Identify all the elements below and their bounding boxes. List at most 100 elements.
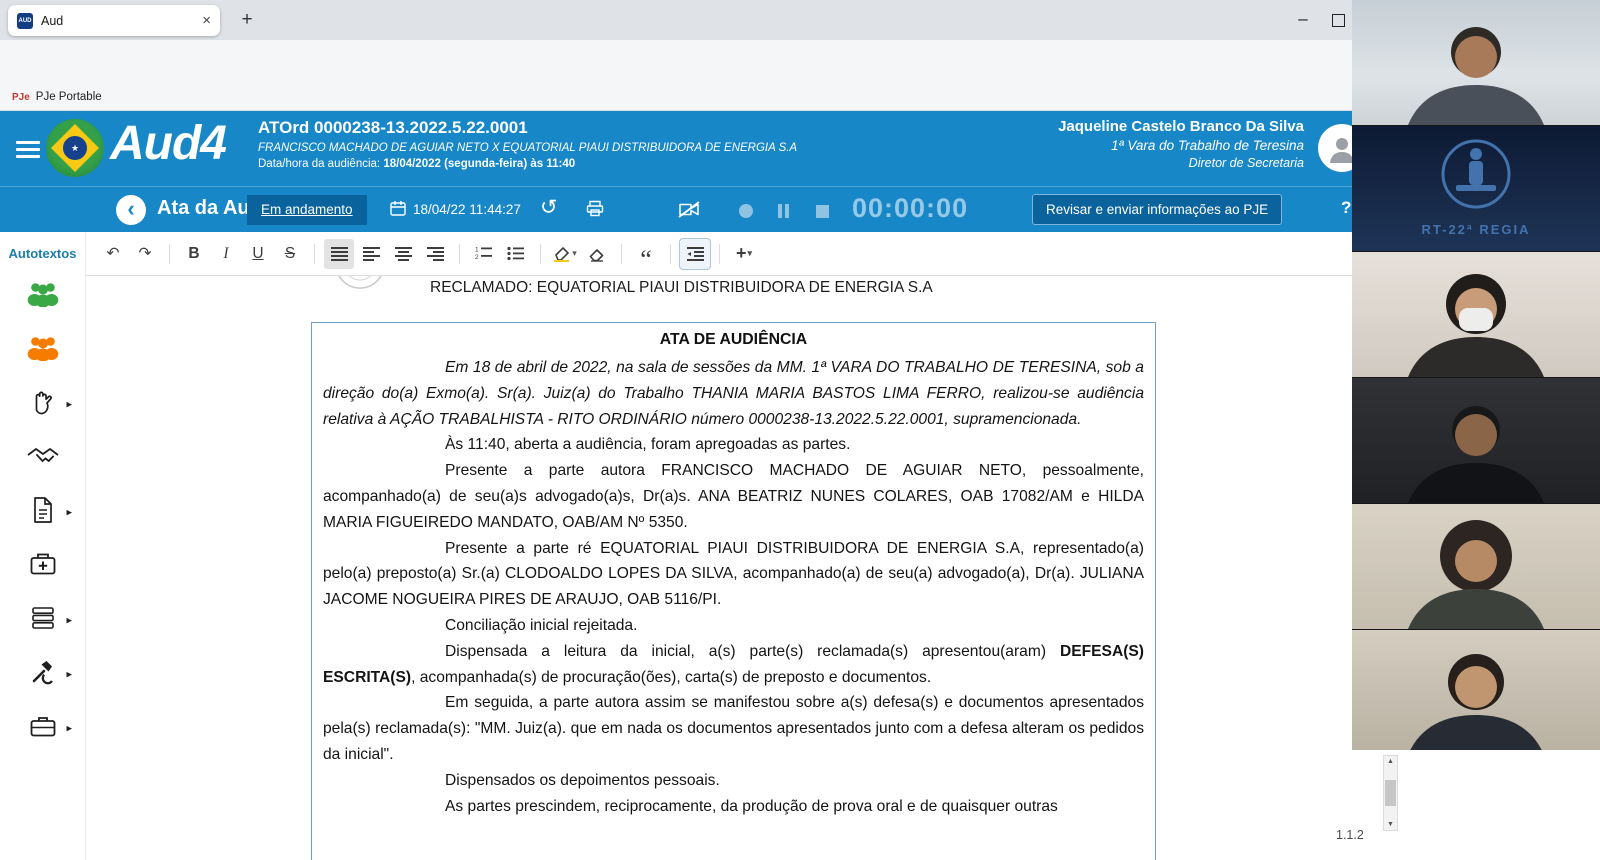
- document-paragraph[interactable]: Dispensada a leitura da inicial, a(s) pa…: [323, 639, 1144, 691]
- align-right-button[interactable]: [420, 239, 450, 269]
- indent-button[interactable]: [680, 238, 710, 269]
- scrollbar[interactable]: ▲ ▼: [1383, 755, 1398, 831]
- video-participant[interactable]: [1352, 378, 1600, 504]
- chevron-down-icon: ▾: [747, 248, 753, 258]
- redo-button[interactable]: ↷: [130, 239, 160, 269]
- back-button[interactable]: ‹: [116, 195, 146, 225]
- svg-text:1: 1: [475, 247, 479, 254]
- scroll-up-icon[interactable]: ▲: [1387, 757, 1394, 766]
- help-button[interactable]: ?: [1341, 198, 1351, 218]
- text-run[interactable]: Em seguida, a parte autora assim se mani…: [323, 694, 1144, 763]
- record-button[interactable]: [739, 204, 753, 218]
- insert-button[interactable]: + ▾: [729, 239, 759, 269]
- text-run[interactable]: Presente a parte autora FRANCISCO MACHAD…: [323, 462, 1144, 531]
- align-right-icon: [426, 246, 444, 261]
- document-icon: [31, 496, 55, 529]
- bullet-list-button[interactable]: [501, 239, 531, 269]
- stacked-layers-icon: [30, 605, 56, 636]
- review-send-pje-button[interactable]: Revisar e enviar informações ao PJE: [1032, 194, 1283, 225]
- text-run[interactable]: Dispensada a leitura da inicial, a(s) pa…: [445, 643, 1060, 660]
- text-run[interactable]: Dispensados os depoimentos pessoais.: [445, 772, 720, 789]
- strikethrough-button[interactable]: S: [275, 239, 305, 269]
- undo-button[interactable]: ↶: [98, 239, 128, 269]
- toolbar-separator: [314, 243, 315, 264]
- scroll-down-icon[interactable]: ▼: [1387, 820, 1394, 829]
- people-group-orange-icon: [27, 334, 59, 366]
- video-participant[interactable]: RT-22ª REGIA: [1352, 126, 1600, 252]
- document-paragraph[interactable]: As partes prescindem, reciprocamente, da…: [323, 794, 1144, 820]
- ordered-list-button[interactable]: 12: [469, 239, 499, 269]
- tab-close-icon[interactable]: ×: [202, 12, 211, 29]
- document-paragraph[interactable]: Presente a parte autora FRANCISCO MACHAD…: [323, 458, 1144, 535]
- blockquote-button[interactable]: “: [631, 233, 661, 275]
- court-logo-caption: RT-22ª REGIA: [1421, 222, 1531, 237]
- window-maximize-button[interactable]: [1332, 14, 1345, 27]
- document-overline[interactable]: RECLAMADO: EQUATORIAL PIAUI DISTRIBUIDOR…: [430, 279, 933, 297]
- highlighter-button[interactable]: ▾: [550, 239, 580, 269]
- sidebar-item-lawyers[interactable]: [0, 323, 85, 377]
- new-tab-button[interactable]: +: [234, 7, 260, 33]
- ata-box: ATA DE AUDIÊNCIA Em 18 de abril de 2022,…: [311, 322, 1156, 860]
- svg-text:2: 2: [475, 254, 479, 261]
- hearing-datetime-value: 18/04/2022 (segunda-feira) às 11:40: [383, 158, 576, 170]
- raised-hand-icon: [30, 388, 56, 421]
- text-run[interactable]: , acompanhada(s) de procuração(ões), car…: [411, 669, 931, 686]
- text-run[interactable]: As partes prescindem, reciprocamente, da…: [445, 798, 1058, 815]
- sidebar-item-add-case[interactable]: [0, 539, 85, 593]
- recording-timer: 00:00:00: [852, 193, 969, 223]
- indent-icon: [686, 246, 704, 261]
- video-participant[interactable]: [1352, 504, 1600, 630]
- document-paragraph[interactable]: Em 18 de abril de 2022, na sala de sessõ…: [323, 355, 1144, 432]
- document-paragraph[interactable]: Dispensados os depoimentos pessoais.: [323, 768, 1144, 794]
- sidebar-item-conciliation[interactable]: [0, 431, 85, 485]
- browser-tab[interactable]: AUD Aud ×: [8, 5, 220, 36]
- document-paragraphs[interactable]: Em 18 de abril de 2022, na sala de sessõ…: [323, 355, 1144, 819]
- bookmark-pje-portable[interactable]: PJe Portable: [36, 91, 102, 103]
- text-run[interactable]: Em 18 de abril de 2022, na sala de sessõ…: [323, 359, 1144, 428]
- text-run[interactable]: Conciliação inicial rejeitada.: [445, 617, 637, 634]
- video-participant[interactable]: [1352, 0, 1600, 126]
- sidebar-item-parties[interactable]: [0, 269, 85, 323]
- print-icon[interactable]: [586, 200, 604, 222]
- autotextos-label: Autotextos: [8, 246, 77, 261]
- text-run[interactable]: Presente a parte ré EQUATORIAL PIAUI DIS…: [323, 540, 1144, 609]
- participant-silhouette: [1408, 406, 1544, 503]
- scrollbar-thumb[interactable]: [1385, 780, 1396, 806]
- video-participant[interactable]: [1352, 630, 1600, 756]
- sidebar-item-oath[interactable]: ▸: [0, 377, 85, 431]
- underline-button[interactable]: U: [243, 239, 273, 269]
- history-icon[interactable]: ↺: [540, 195, 558, 220]
- document-paragraph[interactable]: Em seguida, a parte autora assim se mani…: [323, 690, 1144, 767]
- text-run[interactable]: Às 11:40, aberta a audiência, foram apre…: [445, 436, 850, 453]
- briefcase-icon: [29, 714, 57, 743]
- align-justify-button[interactable]: [324, 238, 354, 269]
- video-conference-panel: RT-22ª REGIA ▲ ▼ 1.1.2: [1336, 0, 1600, 860]
- document-title[interactable]: ATA DE AUDIÊNCIA: [323, 331, 1144, 349]
- sidebar-item-tools[interactable]: ▸: [0, 647, 85, 701]
- eraser-button[interactable]: [582, 239, 612, 269]
- hamburger-menu-icon[interactable]: [16, 137, 40, 162]
- pause-button[interactable]: [778, 204, 789, 218]
- italic-button[interactable]: I: [211, 239, 241, 269]
- document-paragraph[interactable]: Presente a parte ré EQUATORIAL PIAUI DIS…: [323, 536, 1144, 613]
- toolbar-separator: [169, 243, 170, 264]
- case-parties: FRANCISCO MACHADO DE AGUIAR NETO X EQUAT…: [258, 142, 798, 154]
- sidebar-item-records[interactable]: ▸: [0, 593, 85, 647]
- hearing-status-selector[interactable]: Em andamento: [247, 195, 367, 225]
- document-paragraph[interactable]: Às 11:40, aberta a audiência, foram apre…: [323, 432, 1144, 458]
- app-version: 1.1.2: [1336, 828, 1364, 842]
- sidebar-item-briefcase[interactable]: ▸: [0, 701, 85, 755]
- camera-off-icon[interactable]: [678, 201, 700, 223]
- video-list: RT-22ª REGIA: [1352, 0, 1600, 756]
- align-left-button[interactable]: [356, 239, 386, 269]
- hearing-start-datetime[interactable]: 18/04/22 11:44:27: [390, 200, 521, 219]
- video-participant[interactable]: [1352, 252, 1600, 378]
- gavel-tools-icon: [29, 658, 57, 691]
- sidebar-item-documents[interactable]: ▸: [0, 485, 85, 539]
- hearing-datetime-label: Data/hora da audiência:: [258, 158, 381, 170]
- align-center-button[interactable]: [388, 239, 418, 269]
- window-minimize-button[interactable]: –: [1288, 6, 1318, 34]
- bold-button[interactable]: B: [179, 239, 209, 269]
- document-paragraph[interactable]: Conciliação inicial rejeitada.: [323, 613, 1144, 639]
- stop-button[interactable]: [816, 205, 829, 218]
